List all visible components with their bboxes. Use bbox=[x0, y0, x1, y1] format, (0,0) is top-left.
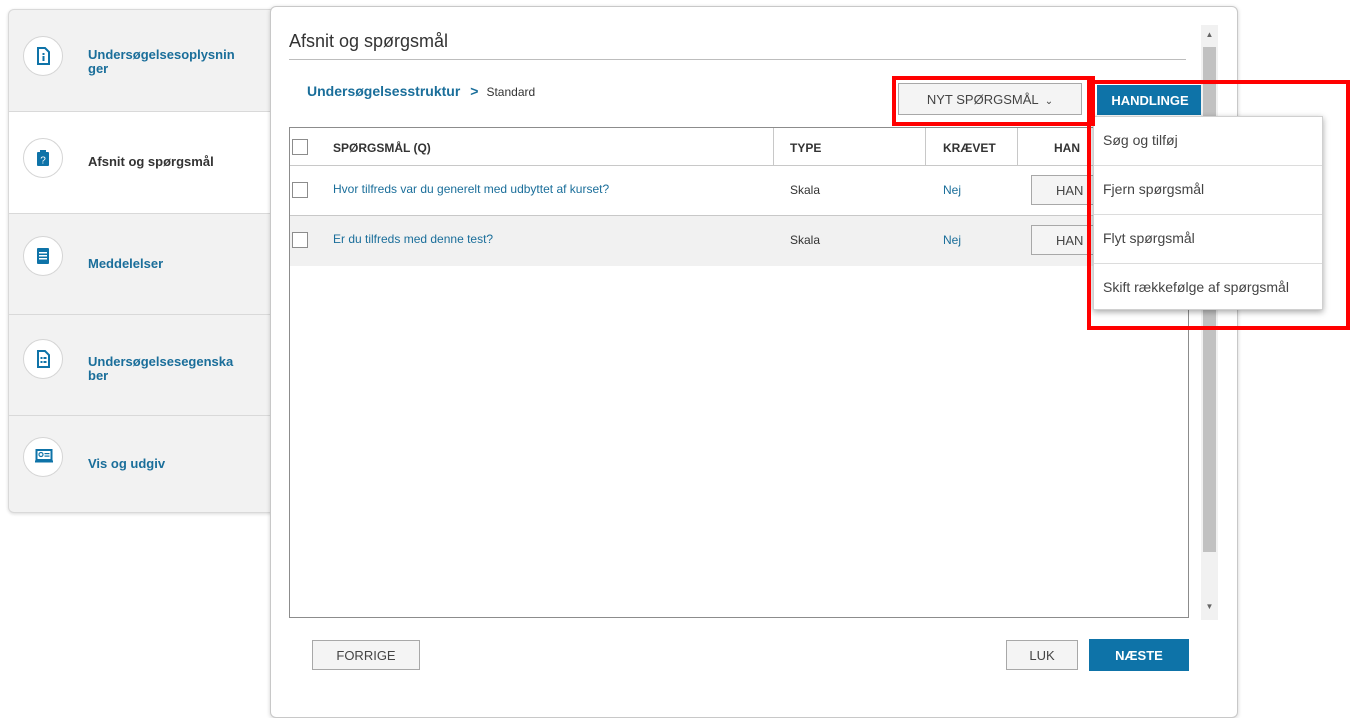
close-label: LUK bbox=[1029, 648, 1055, 663]
sidebar-item-survey-info[interactable]: Undersøgelsesoplysnin ger bbox=[9, 10, 279, 112]
question-type: Skala bbox=[790, 233, 821, 247]
sidebar-item-label: Afsnit og spørgsmål bbox=[88, 154, 214, 169]
question-icon: ? bbox=[23, 138, 63, 178]
sidebar-item-label: Undersøgelsesegenska ber bbox=[88, 354, 234, 383]
sidebar-item-sections-questions[interactable]: ? Afsnit og spørgsmål bbox=[9, 112, 279, 214]
highlight-actions-menu bbox=[1087, 80, 1350, 330]
svg-text:?: ? bbox=[40, 156, 46, 167]
previous-button[interactable]: FORRIGE bbox=[312, 640, 420, 670]
row-actions-label: HAN bbox=[1056, 183, 1084, 198]
scroll-down-icon[interactable]: ▼ bbox=[1201, 599, 1218, 615]
column-header-required[interactable]: KRÆVET bbox=[943, 141, 996, 155]
column-divider bbox=[773, 128, 774, 165]
column-divider bbox=[925, 128, 926, 165]
column-header-question[interactable]: SPØRGSMÅL (Q) bbox=[333, 141, 431, 155]
row-actions-label: HAN bbox=[1056, 233, 1084, 248]
messages-icon bbox=[23, 236, 63, 276]
survey-info-icon bbox=[23, 36, 63, 76]
next-button[interactable]: NÆSTE bbox=[1089, 639, 1189, 671]
sidebar-item-label: Undersøgelsesoplysnin ger bbox=[88, 47, 235, 76]
row-checkbox[interactable] bbox=[292, 232, 308, 248]
sidebar-item-messages[interactable]: Meddelelser bbox=[9, 214, 279, 315]
breadcrumb-current: Standard bbox=[486, 85, 536, 99]
questions-table: SPØRGSMÅL (Q) TYPE KRÆVET HAN Hvor tilfr… bbox=[289, 127, 1189, 618]
breadcrumb: Undersøgelsesstruktur > Standard bbox=[307, 83, 535, 99]
question-link[interactable]: Hvor tilfreds var du generelt med udbytt… bbox=[333, 182, 609, 196]
highlight-new-question bbox=[892, 76, 1095, 126]
column-header-actions: HAN bbox=[1054, 141, 1080, 155]
scroll-up-icon[interactable]: ▲ bbox=[1201, 27, 1218, 43]
column-header-type[interactable]: TYPE bbox=[790, 141, 821, 155]
next-label: NÆSTE bbox=[1115, 648, 1163, 663]
select-all-checkbox[interactable] bbox=[292, 139, 308, 155]
sidebar-item-preview-publish[interactable]: Vis og udgiv bbox=[9, 416, 279, 512]
table-row[interactable]: Er du tilfreds med denne test? Skala Nej… bbox=[290, 216, 1188, 266]
column-divider bbox=[1017, 128, 1018, 165]
sidebar-item-label: Meddelelser bbox=[88, 256, 164, 271]
question-required[interactable]: Nej bbox=[943, 183, 961, 197]
preview-publish-icon bbox=[23, 437, 63, 477]
chevron-right-icon: > bbox=[470, 83, 479, 99]
properties-icon bbox=[23, 339, 63, 379]
breadcrumb-link[interactable]: Undersøgelsesstruktur bbox=[307, 83, 460, 99]
page-title: Afsnit og spørgsmål bbox=[289, 31, 449, 51]
previous-label: FORRIGE bbox=[336, 648, 396, 663]
sidebar-item-label: Vis og udgiv bbox=[88, 456, 166, 471]
question-link[interactable]: Er du tilfreds med denne test? bbox=[333, 232, 493, 246]
title-divider bbox=[289, 59, 1186, 60]
close-button[interactable]: LUK bbox=[1006, 640, 1078, 670]
table-row[interactable]: Hvor tilfreds var du generelt med udbytt… bbox=[290, 166, 1188, 216]
row-checkbox[interactable] bbox=[292, 182, 308, 198]
question-type: Skala bbox=[790, 183, 821, 197]
sidebar-item-survey-properties[interactable]: Undersøgelsesegenska ber bbox=[9, 315, 279, 416]
question-required[interactable]: Nej bbox=[943, 233, 961, 247]
survey-sidebar: Undersøgelsesoplysnin ger ? Afsnit og sp… bbox=[8, 9, 280, 513]
table-header: SPØRGSMÅL (Q) TYPE KRÆVET HAN bbox=[290, 128, 1188, 166]
